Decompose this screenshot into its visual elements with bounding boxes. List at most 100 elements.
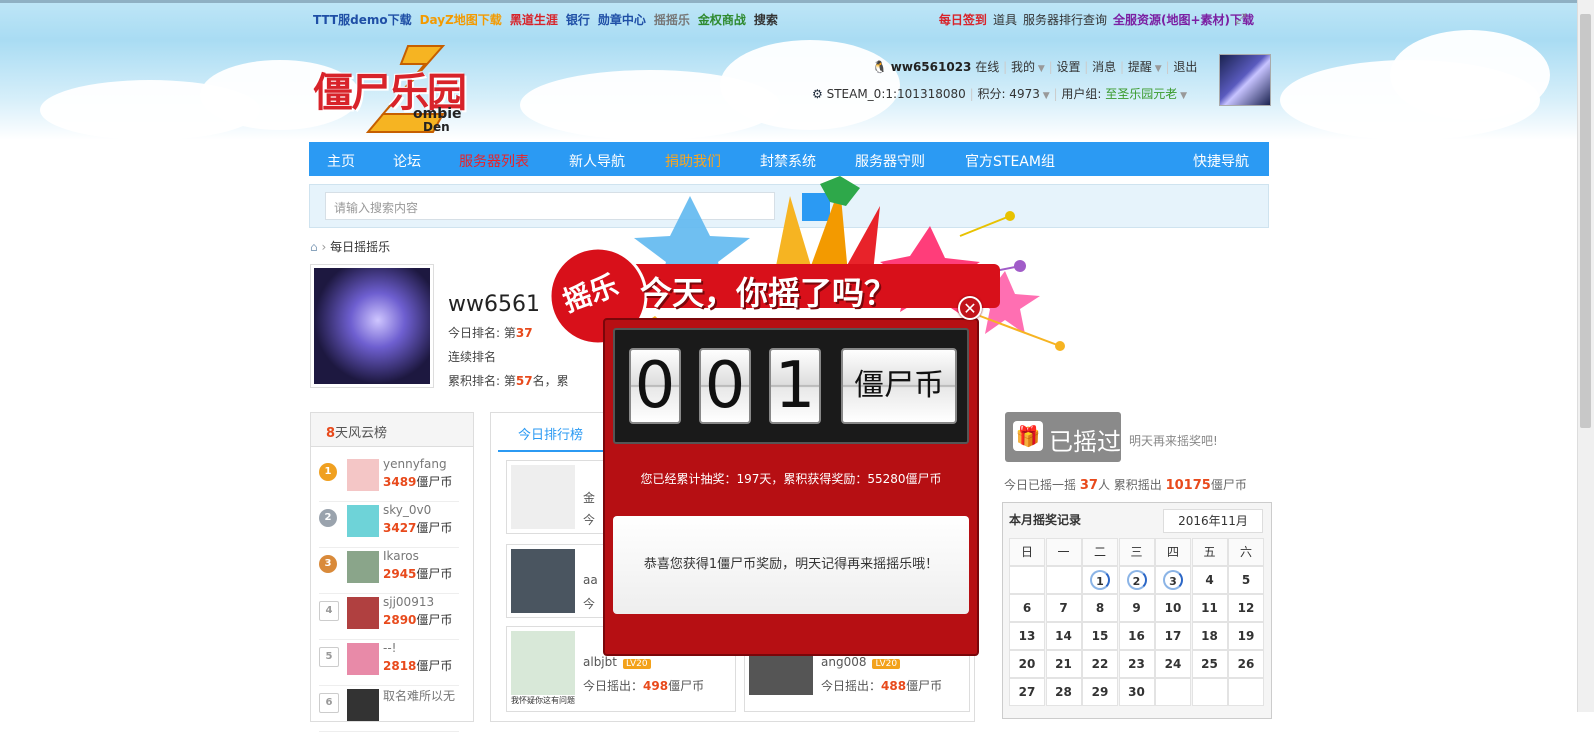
top-link[interactable]: 银行 (566, 13, 590, 27)
top-link[interactable]: 黑道生涯 (510, 13, 558, 27)
user-info: 🐧 ww6561023 在线 | 我的 ▼ | 设置 | 消息 | 提醒 ▼ |… (872, 60, 1198, 74)
username-link[interactable]: ww6561023 (891, 60, 972, 74)
nav-item[interactable]: 服务器守则 (855, 151, 925, 171)
top-right-link[interactable]: 每日签到 (939, 13, 987, 27)
leaderboard-row[interactable]: 3 Ikaros 2945僵尸币 (319, 549, 459, 594)
top-link[interactable]: DayZ地图下载 (420, 13, 502, 27)
nav-item[interactable]: 捐助我们 (665, 151, 721, 171)
user-info-secondary: ⚙ STEAM_0:1:101318080 | 积分: 4973 ▼ | 用户组… (812, 87, 1188, 101)
menu-settings[interactable]: 设置 (1056, 60, 1080, 74)
nav-item[interactable]: 主页 (327, 151, 355, 171)
top-right-link[interactable]: 服务器排行查询 (1023, 13, 1107, 27)
nav-item[interactable]: 封禁系统 (760, 151, 816, 171)
counter-digit: 0 (629, 348, 681, 424)
leaderboard-row[interactable]: 4 sjj00913 2890僵尸币 (319, 595, 459, 640)
calendar-weekday: 日 (1009, 538, 1045, 566)
leaderboard-name[interactable]: sjj00913 (383, 595, 434, 609)
leaderboard-name[interactable]: --! (383, 641, 396, 655)
close-icon[interactable]: ✕ (958, 296, 982, 320)
calendar-month[interactable]: 2016年11月 (1163, 509, 1263, 533)
calendar-day: 3 (1155, 566, 1191, 594)
shook-button: 🎁 已摇过 (1005, 412, 1121, 462)
avatar[interactable] (347, 459, 379, 491)
user-avatar[interactable] (1219, 54, 1271, 106)
shake-stats: 今日已摇一摇 37人 累积摇出 10175僵尸币 (1004, 478, 1247, 493)
tab-today-ranking[interactable]: 今日排行榜 (498, 414, 618, 452)
calendar-day: 27 (1009, 678, 1045, 706)
leaderboard-name[interactable]: yennyfang (383, 457, 447, 471)
leaderboard-row[interactable]: 6 取名难所以无 (319, 687, 459, 732)
online-status: 在线 (975, 60, 1000, 74)
site-logo[interactable]: 僵尸乐园 ombie Den (313, 44, 473, 136)
calendar-day: 21 (1045, 650, 1082, 678)
top-link[interactable]: 搜索 (754, 13, 778, 27)
calendar-weekday: 四 (1155, 538, 1191, 566)
avatar[interactable] (347, 597, 379, 629)
nav-quick-navigation[interactable]: 快捷导航 (1193, 151, 1249, 171)
user-group-value[interactable]: 至圣乐园元老 (1105, 87, 1177, 101)
menu-my[interactable]: 我的 (1011, 60, 1035, 74)
prize-counter: 0 0 1 僵尸币 (613, 328, 969, 444)
nav-item[interactable]: 新人导航 (569, 151, 625, 171)
level-badge: LV20 (622, 659, 651, 669)
leaderboard-title: 8天风云榜 (311, 413, 473, 447)
top-link[interactable]: 摇摇乐 (654, 13, 690, 27)
top-link[interactable]: 金权商战 (698, 13, 746, 27)
calendar-empty-cell (1191, 678, 1228, 706)
card-name[interactable]: albjbt LV20 (583, 655, 651, 669)
avatar[interactable] (347, 689, 379, 721)
leaderboard-name[interactable]: Ikaros (383, 549, 419, 563)
home-icon[interactable]: ⌂ (310, 240, 318, 254)
nav-item[interactable]: 服务器列表 (459, 151, 529, 171)
avatar[interactable] (511, 631, 575, 695)
top-link[interactable]: TTT服demo下载 (313, 13, 412, 27)
menu-reminders[interactable]: 提醒 (1128, 60, 1152, 74)
nav-item[interactable]: 官方STEAM组 (965, 151, 1055, 171)
card-name[interactable]: ang008 LV20 (821, 655, 901, 669)
card-value: 今 (583, 597, 596, 611)
avatar[interactable] (347, 643, 379, 675)
card-name[interactable]: aa (583, 573, 598, 587)
counter-unit: 僵尸币 (841, 348, 957, 424)
calendar-day: 2 (1118, 566, 1155, 594)
calendar-day: 11 (1191, 594, 1228, 622)
avatar[interactable] (347, 551, 379, 583)
lottery-modal: 0 0 1 僵尸币 您已经累计抽奖：197天，累积获得奖励：55280僵尸币 恭… (603, 318, 979, 656)
calendar-day: 5 (1228, 566, 1264, 594)
calendar-day: 24 (1155, 650, 1191, 678)
chevron-down-icon: ▼ (1034, 64, 1045, 74)
tomorrow-hint: 明天再来摇奖吧! (1129, 434, 1218, 448)
top-right-link[interactable]: 道具 (993, 13, 1017, 27)
leaderboard-value: 2945僵尸币 (383, 567, 453, 581)
leaderboard-name[interactable]: sky_0v0 (383, 503, 431, 517)
counter-digit: 0 (699, 348, 751, 424)
menu-messages[interactable]: 消息 (1092, 60, 1116, 74)
avatar[interactable] (511, 549, 575, 613)
chevron-down-icon: ▼ (1177, 91, 1188, 101)
calendar-weekday: 二 (1082, 538, 1118, 566)
top-link[interactable]: 勋章中心 (598, 13, 646, 27)
gift-icon: 🎁 (1013, 421, 1043, 451)
leaderboard-row[interactable]: 2 sky_0v0 3427僵尸币 (319, 503, 459, 548)
fullscreen-icon[interactable]: ⤢ (1235, 12, 1249, 26)
leaderboard-value: 2818僵尸币 (383, 659, 453, 673)
avatar[interactable] (511, 465, 575, 529)
calendar-weekday: 三 (1118, 538, 1155, 566)
scrollbar-thumb[interactable] (1580, 14, 1591, 428)
logo-subtext: Den (423, 120, 450, 134)
leaderboard-row[interactable]: 5 --! 2818僵尸币 (319, 641, 459, 686)
rank-medal-icon: 4 (319, 601, 339, 621)
logout-link[interactable]: 退出 (1173, 60, 1197, 74)
leaderboard-name[interactable]: 取名难所以无 (383, 687, 455, 704)
calendar-day: 29 (1082, 678, 1118, 706)
points-menu[interactable]: 积分: 4973 (977, 87, 1039, 101)
top-right-link[interactable]: 全服资源(地图+素材)下载 (1113, 13, 1254, 27)
card-name[interactable]: 金 (583, 489, 595, 506)
leaderboard-row[interactable]: 1 yennyfang 3489僵尸币 (319, 457, 459, 502)
nav-item[interactable]: 论坛 (393, 151, 421, 171)
leaderboard-value: 2890僵尸币 (383, 613, 453, 627)
page-scrollbar[interactable] (1577, 0, 1594, 712)
rank-medal-icon: 5 (319, 647, 339, 667)
avatar[interactable] (347, 505, 379, 537)
profile-avatar[interactable] (310, 264, 434, 388)
